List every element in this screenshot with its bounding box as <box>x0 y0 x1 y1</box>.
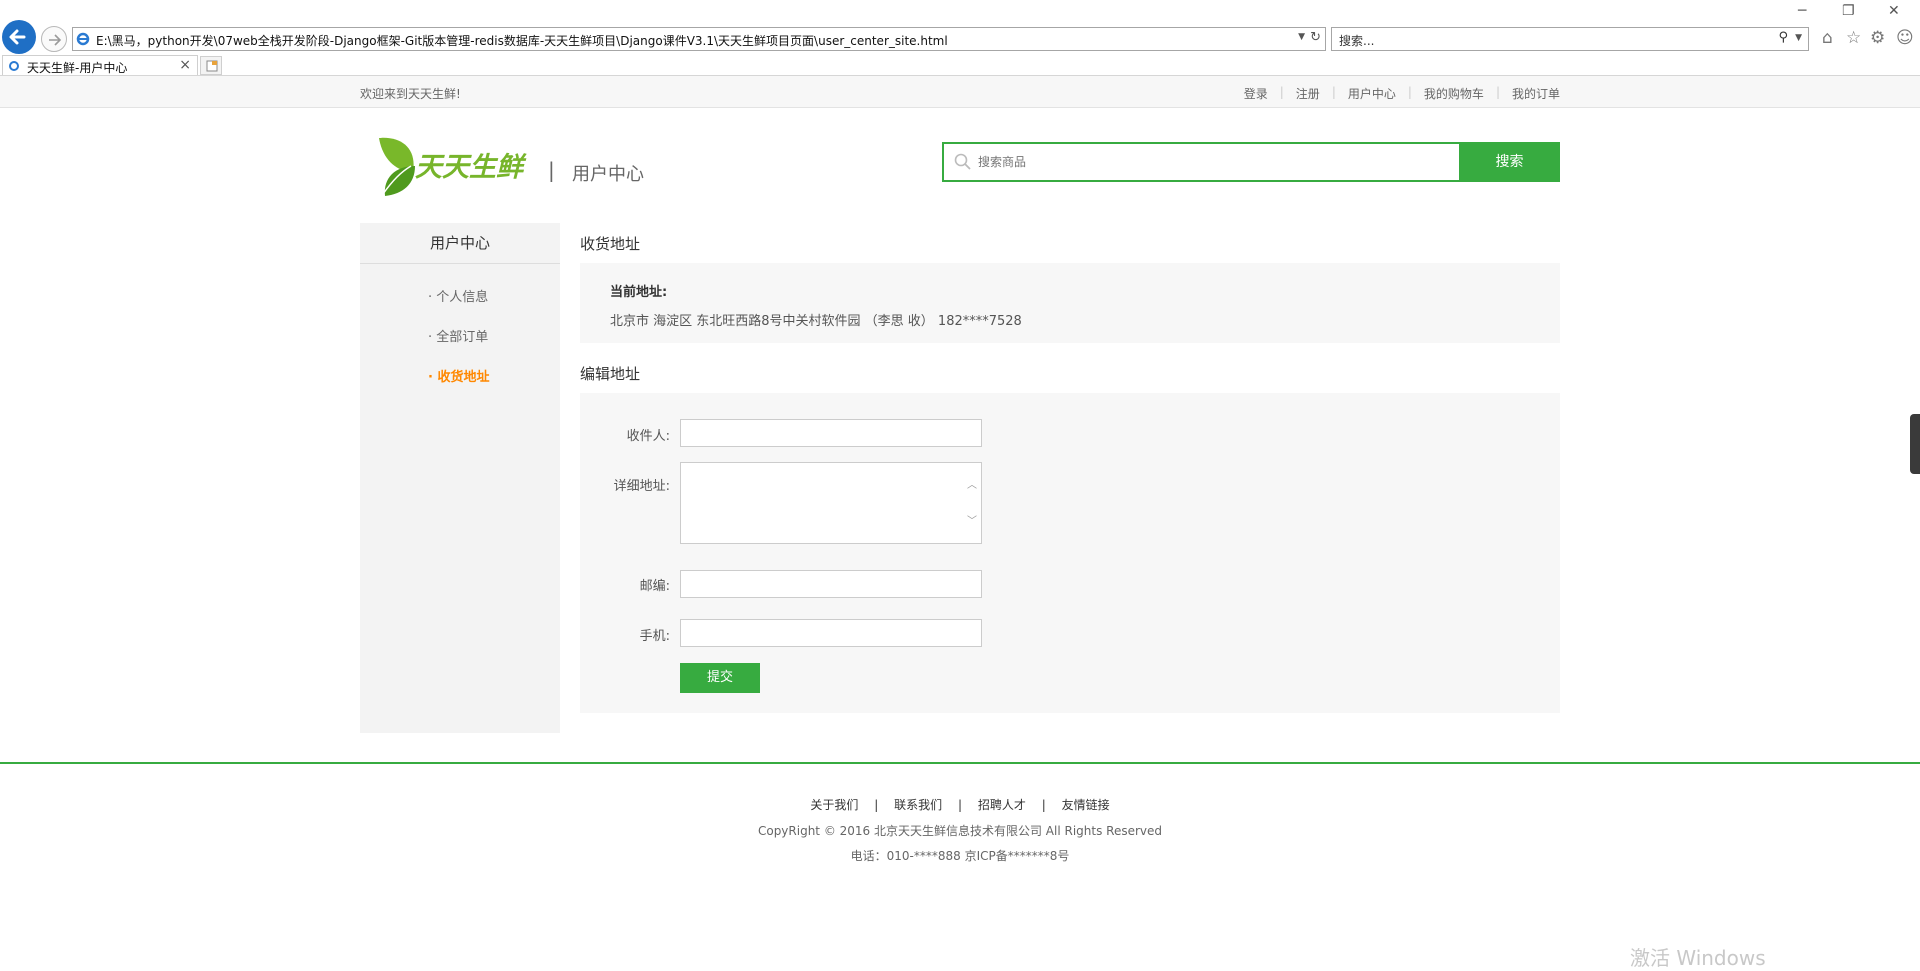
menu-item-orders[interactable]: · 全部订单 <box>428 326 488 345</box>
ie-logo-icon <box>9 61 19 71</box>
minimize-icon[interactable]: ─ <box>1798 3 1806 19</box>
phone-input[interactable] <box>680 619 982 647</box>
back-button[interactable] <box>2 20 36 54</box>
footer-copyright: CopyRight © 2016 北京天天生鲜信息技术有限公司 All Righ… <box>757 824 1163 838</box>
separator: | <box>874 798 879 812</box>
footer-link-contact[interactable]: 联系我们 <box>894 798 942 812</box>
product-search <box>942 142 1459 182</box>
current-address-value: 北京市 海淀区 东北旺西路8号中关村软件园 （李思 收） 182****7528 <box>610 314 1022 329</box>
logo-divider: | <box>548 158 555 182</box>
textarea-scrollbar[interactable]: ︿ ﹀ <box>965 464 980 542</box>
user-center-menu: 用户中心 · 个人信息 · 全部订单 · 收货地址 <box>360 223 560 733</box>
edit-section-title: 编辑地址 <box>580 365 641 383</box>
separator: | <box>1495 85 1500 99</box>
logo-text: 天天生鲜 <box>415 152 527 183</box>
search-input[interactable] <box>978 152 1438 172</box>
page-subtitle: 用户中心 <box>572 164 644 185</box>
browser-search-box[interactable]: 搜索... ⚲ ▼ <box>1331 27 1809 51</box>
submit-button[interactable]: 提交 <box>680 663 760 693</box>
login-link[interactable]: 登录 <box>1244 85 1268 102</box>
browser-chrome: E:\黑马，python开发\07web全栈开发阶段-Django框架-Git版… <box>0 0 1920 76</box>
footer-divider <box>0 762 1920 764</box>
chevron-down-icon[interactable]: ▼ <box>1298 32 1305 42</box>
footer-link-friends[interactable]: 友情链接 <box>1062 798 1110 812</box>
site-logo[interactable]: 天天生鲜 <box>375 136 527 198</box>
footer-contact-info: 电话：010-****888 京ICP备*******8号 <box>850 849 1070 863</box>
detail-address-textarea[interactable]: ︿ ﹀ <box>680 462 982 544</box>
search-button[interactable]: 搜索 <box>1459 142 1560 182</box>
separator: | <box>1407 85 1412 99</box>
side-panel-handle[interactable] <box>1910 414 1920 474</box>
receiver-input[interactable] <box>680 419 982 447</box>
tab-title: 天天生鲜-用户中心 <box>27 61 128 75</box>
browser-search-placeholder: 搜索... <box>1339 34 1375 48</box>
site-topbar: 欢迎来到天天生鲜! 登录 | 注册 | 用户中心 | 我的购物车 | 我的订单 <box>0 76 1920 108</box>
gear-icon[interactable]: ⚙ <box>1870 28 1885 48</box>
chevron-down-icon[interactable]: ▼ <box>1795 33 1802 43</box>
close-icon[interactable]: × <box>179 57 191 73</box>
browser-tab[interactable]: 天天生鲜-用户中心 × <box>2 55 198 76</box>
cart-link[interactable]: 我的购物车 <box>1424 85 1484 102</box>
refresh-icon[interactable]: ↻ <box>1310 30 1321 45</box>
arrow-right-icon <box>49 34 62 46</box>
footer-link-about[interactable]: 关于我们 <box>810 798 858 812</box>
menu-item-address[interactable]: · 收货地址 <box>428 366 489 385</box>
close-window-icon[interactable]: ✕ <box>1888 3 1900 19</box>
new-tab-icon <box>206 60 218 72</box>
menu-item-profile[interactable]: · 个人信息 <box>428 286 488 305</box>
current-address-label: 当前地址: <box>610 285 668 300</box>
restore-icon[interactable]: ❐ <box>1842 3 1855 19</box>
search-icon[interactable]: ⚲ <box>1778 30 1788 45</box>
user-center-link[interactable]: 用户中心 <box>1348 85 1396 102</box>
register-link[interactable]: 注册 <box>1296 85 1320 102</box>
favorites-star-icon[interactable]: ☆ <box>1846 28 1861 48</box>
separator: | <box>1331 85 1336 99</box>
menu-title: 用户中心 <box>360 223 560 264</box>
address-section-title: 收货地址 <box>580 235 641 253</box>
phone-label: 手机: <box>639 629 670 644</box>
forward-button[interactable] <box>41 26 67 52</box>
welcome-text: 欢迎来到天天生鲜! <box>360 87 461 101</box>
edit-address-form: 收件人: 详细地址: ︿ ﹀ 邮编: 手机: 提交 <box>580 393 1560 713</box>
footer-links: 关于我们 | 联系我们 | 招聘人才 | 友情链接 <box>0 796 1920 813</box>
chevron-down-icon[interactable]: ﹀ <box>967 512 977 527</box>
smiley-icon[interactable]: ☺ <box>1896 28 1914 48</box>
home-icon[interactable]: ⌂ <box>1822 28 1833 48</box>
separator: | <box>1041 798 1046 812</box>
address-bar[interactable]: E:\黑马，python开发\07web全栈开发阶段-Django框架-Git版… <box>72 27 1326 51</box>
chevron-up-icon[interactable]: ︿ <box>967 476 977 491</box>
detail-address-label: 详细地址: <box>613 479 670 494</box>
zip-input[interactable] <box>680 570 982 598</box>
ie-logo-icon <box>76 32 90 46</box>
address-url[interactable]: E:\黑马，python开发\07web全栈开发阶段-Django框架-Git版… <box>96 32 948 49</box>
current-address-box: 当前地址: 北京市 海淀区 东北旺西路8号中关村软件园 （李思 收） 182**… <box>580 263 1560 343</box>
separator: | <box>957 798 963 812</box>
new-tab-button[interactable] <box>200 56 222 75</box>
orders-link[interactable]: 我的订单 <box>1512 85 1560 102</box>
zip-label: 邮编: <box>639 579 670 594</box>
arrow-left-icon <box>9 29 26 45</box>
footer-link-jobs[interactable]: 招聘人才 <box>978 798 1026 812</box>
search-icon <box>954 153 971 170</box>
receiver-label: 收件人: <box>626 429 670 444</box>
top-links: 登录 | 注册 | 用户中心 | 我的购物车 | 我的订单 <box>1244 85 1560 102</box>
separator: | <box>1279 85 1284 99</box>
